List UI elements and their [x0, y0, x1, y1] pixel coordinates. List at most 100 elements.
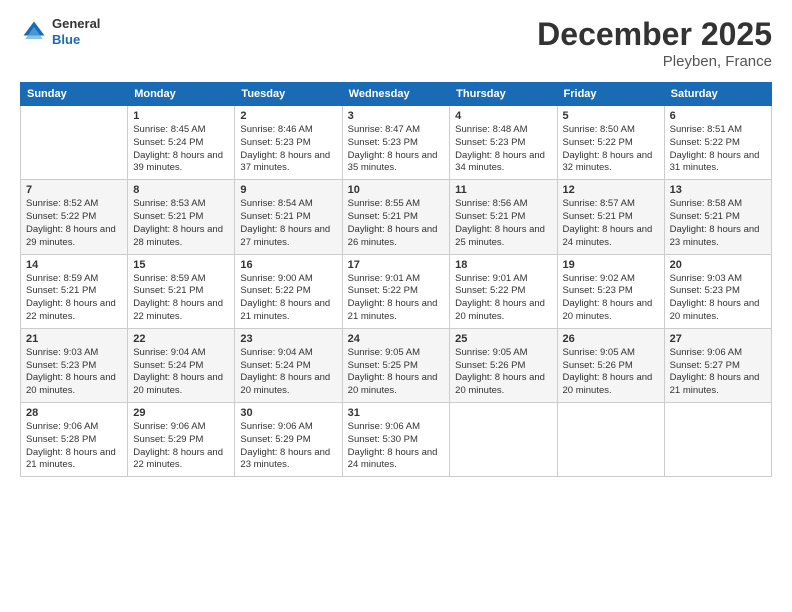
cell-w4-d4: 25 Sunrise: 9:05 AMSunset: 5:26 PMDayligh… [450, 328, 557, 402]
cell-w1-d6: 6 Sunrise: 8:51 AMSunset: 5:22 PMDaylight… [664, 106, 771, 180]
day-number: 21 [26, 333, 122, 345]
day-number: 17 [348, 259, 445, 271]
cell-w2-d6: 13 Sunrise: 8:58 AMSunset: 5:21 PMDayligh… [664, 180, 771, 254]
cell-w2-d4: 11 Sunrise: 8:56 AMSunset: 5:21 PMDayligh… [450, 180, 557, 254]
day-number: 25 [455, 333, 551, 345]
week-row-4: 21 Sunrise: 9:03 AMSunset: 5:23 PMDayligh… [21, 328, 772, 402]
cell-w5-d5 [557, 403, 664, 477]
day-info: Sunrise: 8:52 AMSunset: 5:22 PMDaylight:… [26, 198, 122, 249]
day-number: 22 [133, 333, 229, 345]
col-monday: Monday [128, 83, 235, 106]
day-info: Sunrise: 9:04 AMSunset: 5:24 PMDaylight:… [240, 347, 336, 398]
cell-w1-d0 [21, 106, 128, 180]
day-number: 13 [670, 184, 766, 196]
day-info: Sunrise: 8:59 AMSunset: 5:21 PMDaylight:… [133, 273, 229, 324]
cell-w4-d0: 21 Sunrise: 9:03 AMSunset: 5:23 PMDayligh… [21, 328, 128, 402]
day-number: 5 [563, 110, 659, 122]
location: Pleyben, France [537, 53, 772, 70]
day-info: Sunrise: 8:58 AMSunset: 5:21 PMDaylight:… [670, 198, 766, 249]
day-info: Sunrise: 8:55 AMSunset: 5:21 PMDaylight:… [348, 198, 445, 249]
day-info: Sunrise: 9:00 AMSunset: 5:22 PMDaylight:… [240, 273, 336, 324]
day-number: 7 [26, 184, 122, 196]
day-number: 26 [563, 333, 659, 345]
day-info: Sunrise: 8:51 AMSunset: 5:22 PMDaylight:… [670, 124, 766, 175]
col-saturday: Saturday [664, 83, 771, 106]
day-number: 9 [240, 184, 336, 196]
col-friday: Friday [557, 83, 664, 106]
logo-icon [20, 18, 48, 46]
day-info: Sunrise: 8:56 AMSunset: 5:21 PMDaylight:… [455, 198, 551, 249]
day-number: 23 [240, 333, 336, 345]
day-info: Sunrise: 9:06 AMSunset: 5:29 PMDaylight:… [133, 421, 229, 472]
day-number: 24 [348, 333, 445, 345]
day-number: 10 [348, 184, 445, 196]
cell-w3-d1: 15 Sunrise: 8:59 AMSunset: 5:21 PMDayligh… [128, 254, 235, 328]
week-row-2: 7 Sunrise: 8:52 AMSunset: 5:22 PMDaylight… [21, 180, 772, 254]
day-info: Sunrise: 9:05 AMSunset: 5:25 PMDaylight:… [348, 347, 445, 398]
day-number: 11 [455, 184, 551, 196]
cell-w3-d6: 20Sunrise: 9:03 AMSunset: 5:23 PMDayligh… [664, 254, 771, 328]
cell-w1-d3: 3 Sunrise: 8:47 AMSunset: 5:23 PMDaylight… [342, 106, 450, 180]
day-info: Sunrise: 9:06 AMSunset: 5:27 PMDaylight:… [670, 347, 766, 398]
day-info: Sunrise: 9:04 AMSunset: 5:24 PMDaylight:… [133, 347, 229, 398]
logo-general-text: General [52, 16, 100, 32]
day-info: Sunrise: 8:47 AMSunset: 5:23 PMDaylight:… [348, 124, 445, 175]
day-number: 6 [670, 110, 766, 122]
cell-w3-d5: 19 Sunrise: 9:02 AMSunset: 5:23 PMDayligh… [557, 254, 664, 328]
cell-w2-d2: 9 Sunrise: 8:54 AMSunset: 5:21 PMDaylight… [235, 180, 342, 254]
day-info: Sunrise: 9:01 AMSunset: 5:22 PMDaylight:… [455, 273, 551, 324]
day-number: 20 [670, 259, 766, 271]
day-number: 4 [455, 110, 551, 122]
col-wednesday: Wednesday [342, 83, 450, 106]
cell-w5-d6 [664, 403, 771, 477]
day-number: 2 [240, 110, 336, 122]
cell-w4-d6: 27 Sunrise: 9:06 AMSunset: 5:27 PMDayligh… [664, 328, 771, 402]
day-info: Sunrise: 9:06 AMSunset: 5:30 PMDaylight:… [348, 421, 445, 472]
cell-w2-d5: 12Sunrise: 8:57 AMSunset: 5:21 PMDayligh… [557, 180, 664, 254]
day-number: 3 [348, 110, 445, 122]
cell-w2-d3: 10 Sunrise: 8:55 AMSunset: 5:21 PMDayligh… [342, 180, 450, 254]
day-info: Sunrise: 9:03 AMSunset: 5:23 PMDaylight:… [26, 347, 122, 398]
cell-w4-d5: 26Sunrise: 9:05 AMSunset: 5:26 PMDayligh… [557, 328, 664, 402]
day-info: Sunrise: 9:05 AMSunset: 5:26 PMDaylight:… [455, 347, 551, 398]
day-info: Sunrise: 9:02 AMSunset: 5:23 PMDaylight:… [563, 273, 659, 324]
day-number: 29 [133, 407, 229, 419]
day-number: 18 [455, 259, 551, 271]
cell-w2-d1: 8Sunrise: 8:53 AMSunset: 5:21 PMDaylight… [128, 180, 235, 254]
cell-w5-d0: 28 Sunrise: 9:06 AMSunset: 5:28 PMDayligh… [21, 403, 128, 477]
cell-w3-d0: 14Sunrise: 8:59 AMSunset: 5:21 PMDayligh… [21, 254, 128, 328]
cell-w5-d3: 31Sunrise: 9:06 AMSunset: 5:30 PMDayligh… [342, 403, 450, 477]
col-sunday: Sunday [21, 83, 128, 106]
cell-w4-d1: 22 Sunrise: 9:04 AMSunset: 5:24 PMDayligh… [128, 328, 235, 402]
day-info: Sunrise: 8:45 AMSunset: 5:24 PMDaylight:… [133, 124, 229, 175]
week-row-1: 1 Sunrise: 8:45 AMSunset: 5:24 PMDaylight… [21, 106, 772, 180]
day-number: 15 [133, 259, 229, 271]
day-info: Sunrise: 9:06 AMSunset: 5:28 PMDaylight:… [26, 421, 122, 472]
cell-w1-d5: 5 Sunrise: 8:50 AMSunset: 5:22 PMDaylight… [557, 106, 664, 180]
day-number: 28 [26, 407, 122, 419]
cell-w3-d4: 18 Sunrise: 9:01 AMSunset: 5:22 PMDayligh… [450, 254, 557, 328]
page-container: General Blue December 2025 Pleyben, Fran… [0, 0, 792, 487]
day-number: 27 [670, 333, 766, 345]
cell-w1-d1: 1 Sunrise: 8:45 AMSunset: 5:24 PMDaylight… [128, 106, 235, 180]
day-info: Sunrise: 8:48 AMSunset: 5:23 PMDaylight:… [455, 124, 551, 175]
cell-w3-d2: 16 Sunrise: 9:00 AMSunset: 5:22 PMDayligh… [235, 254, 342, 328]
month-title: December 2025 [537, 16, 772, 53]
calendar-header-row: Sunday Monday Tuesday Wednesday Thursday… [21, 83, 772, 106]
cell-w2-d0: 7 Sunrise: 8:52 AMSunset: 5:22 PMDaylight… [21, 180, 128, 254]
col-thursday: Thursday [450, 83, 557, 106]
day-number: 19 [563, 259, 659, 271]
cell-w3-d3: 17Sunrise: 9:01 AMSunset: 5:22 PMDayligh… [342, 254, 450, 328]
col-tuesday: Tuesday [235, 83, 342, 106]
day-info: Sunrise: 8:50 AMSunset: 5:22 PMDaylight:… [563, 124, 659, 175]
day-info: Sunrise: 8:57 AMSunset: 5:21 PMDaylight:… [563, 198, 659, 249]
day-number: 8 [133, 184, 229, 196]
day-number: 1 [133, 110, 229, 122]
day-info: Sunrise: 9:06 AMSunset: 5:29 PMDaylight:… [240, 421, 336, 472]
day-info: Sunrise: 8:54 AMSunset: 5:21 PMDaylight:… [240, 198, 336, 249]
day-number: 16 [240, 259, 336, 271]
cell-w5-d1: 29 Sunrise: 9:06 AMSunset: 5:29 PMDayligh… [128, 403, 235, 477]
logo-blue-text: Blue [52, 32, 100, 48]
week-row-3: 14Sunrise: 8:59 AMSunset: 5:21 PMDayligh… [21, 254, 772, 328]
day-info: Sunrise: 8:59 AMSunset: 5:21 PMDaylight:… [26, 273, 122, 324]
